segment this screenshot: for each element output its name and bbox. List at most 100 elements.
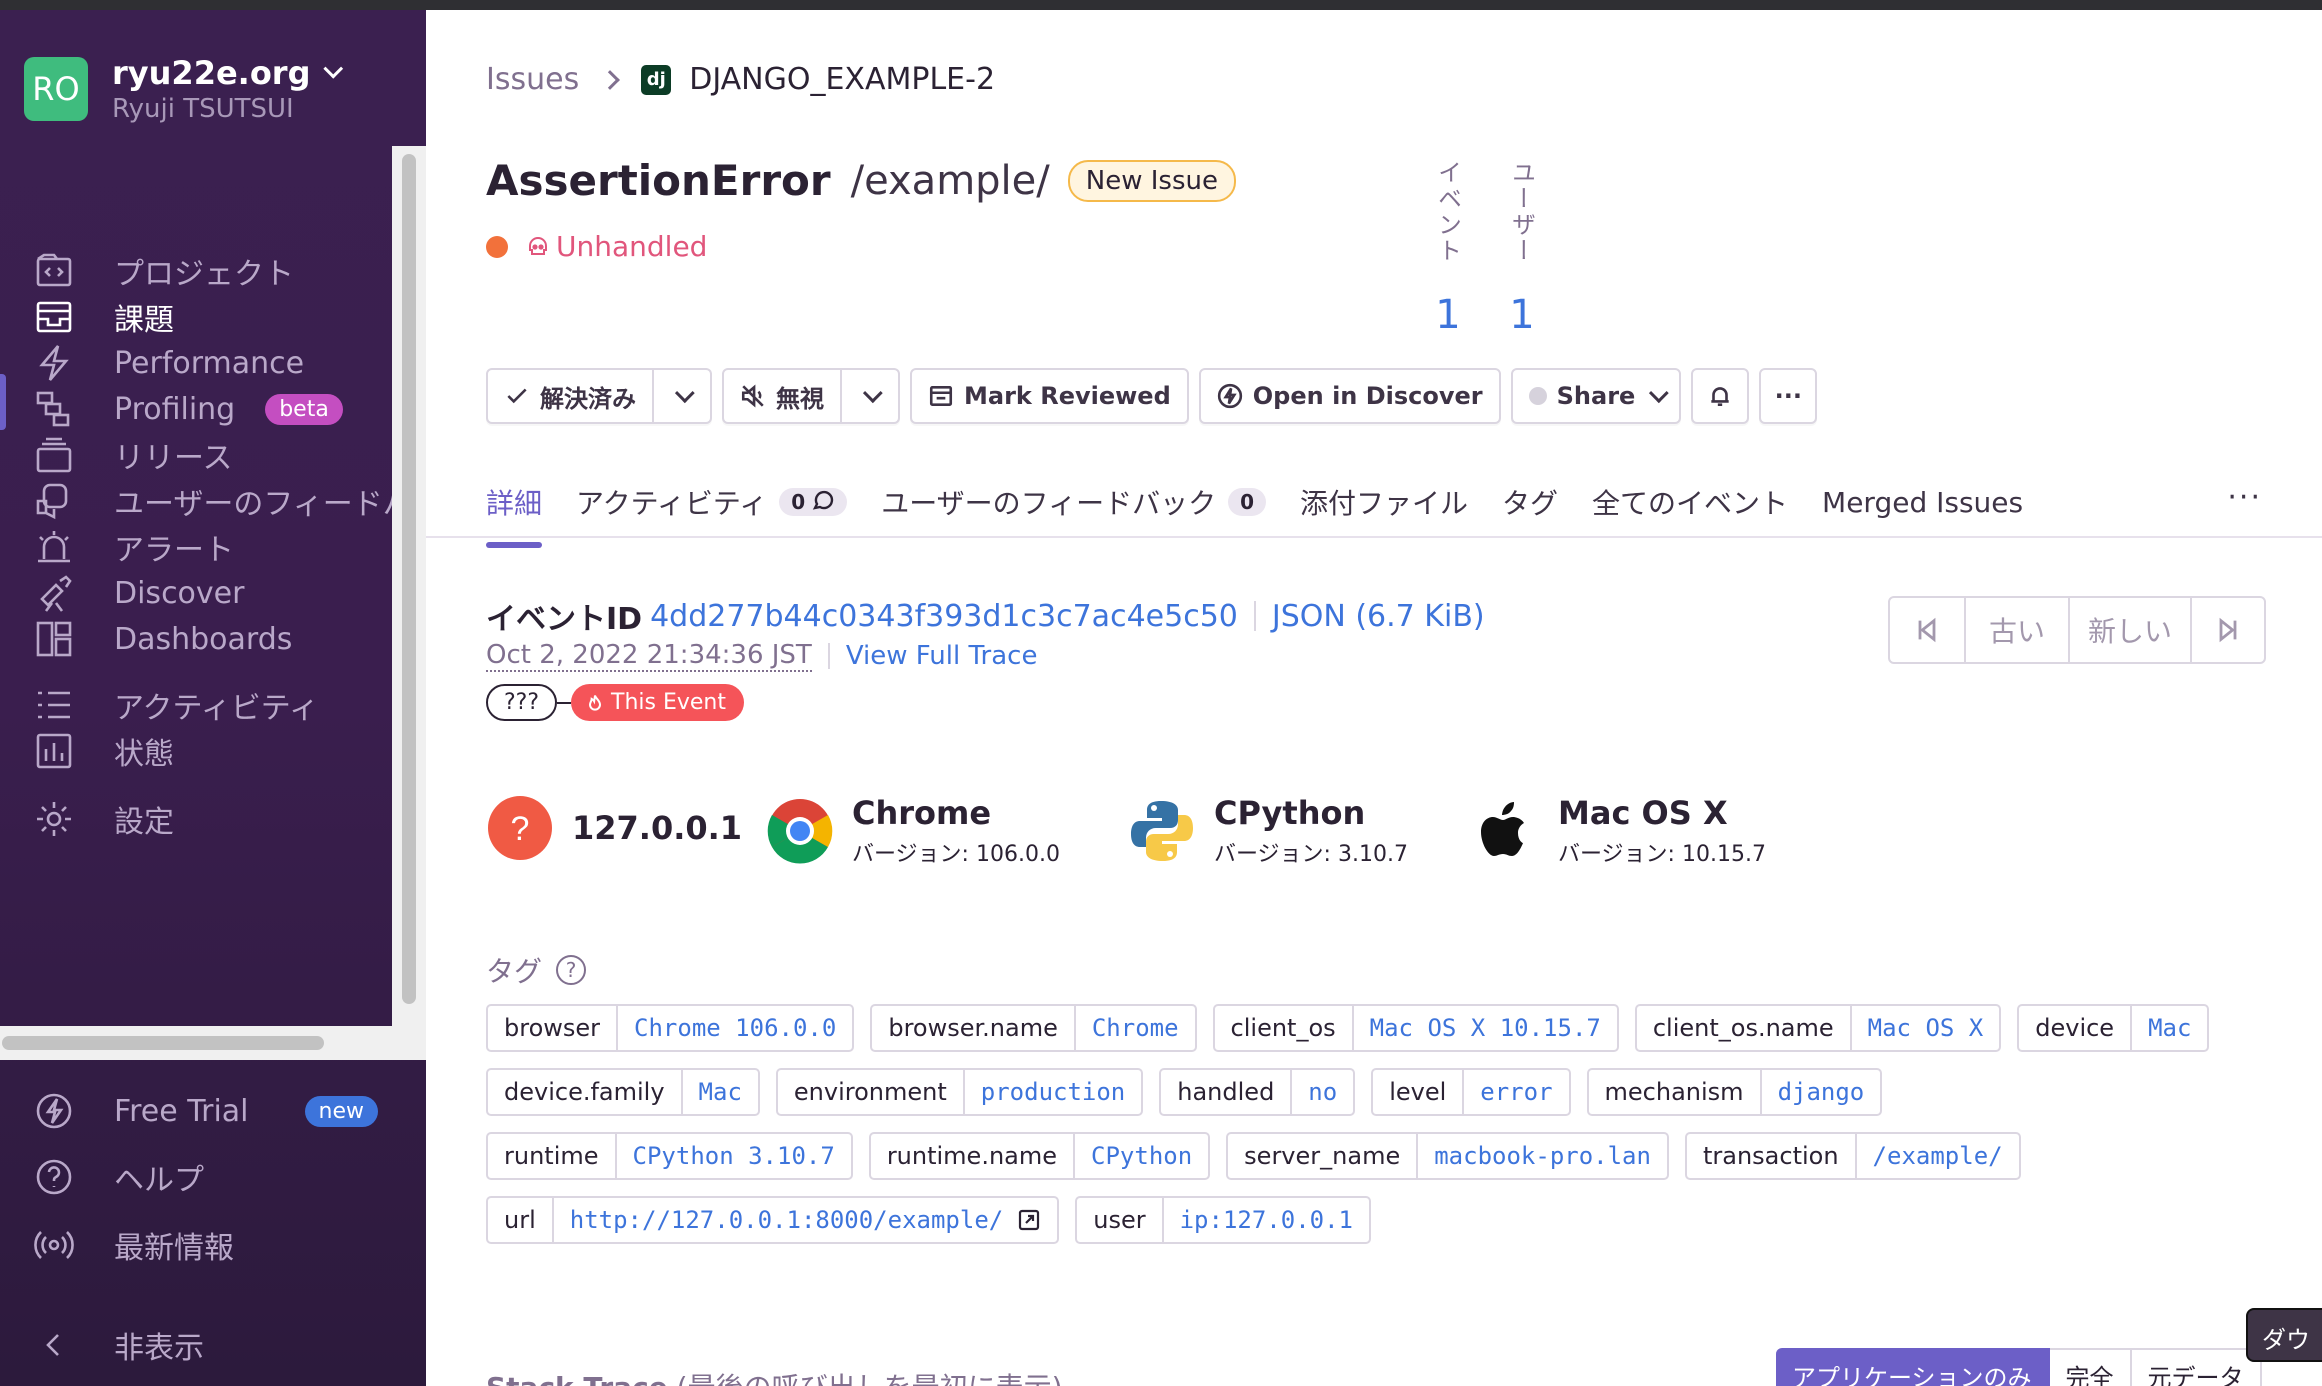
download-tooltip[interactable]: ダウ [2246, 1308, 2322, 1362]
tab-attachments[interactable]: 添付ファイル [1300, 480, 1468, 524]
event-id-link[interactable]: 4dd277b44c0343f393d1c3c7ac4e5c50 [650, 599, 1238, 634]
sidebar-item-performance[interactable]: Performance [34, 338, 304, 388]
tag-key[interactable]: runtime [488, 1134, 617, 1178]
tag-key[interactable]: device.family [488, 1070, 683, 1114]
tag-value[interactable]: ip:127.0.0.1 [1164, 1198, 1369, 1242]
tag-key[interactable]: browser.name [872, 1006, 1076, 1050]
breadcrumb-issues-link[interactable]: Issues [486, 62, 579, 97]
sidebar-item-feedback[interactable]: ユーザーのフィードバック [34, 476, 396, 526]
open-in-discover-button[interactable]: Open in Discover [1198, 368, 1501, 424]
tab-all-events[interactable]: 全てのイベント [1592, 480, 1788, 524]
tag-pill[interactable]: client_os.name Mac OS X [1634, 1004, 2002, 1052]
tag-pill[interactable]: level error [1371, 1068, 1571, 1116]
tag-value[interactable]: CPython [1075, 1134, 1208, 1178]
app-only-toggle[interactable]: アプリケーションのみ [1776, 1348, 2050, 1386]
sidebar-item-projects[interactable]: プロジェクト [34, 246, 294, 296]
tag-value[interactable]: Chrome [1076, 1006, 1195, 1050]
external-link-icon[interactable] [1017, 1208, 1041, 1232]
sidebar-vertical-scrollbar[interactable] [392, 146, 426, 1026]
sidebar-collapse[interactable]: 非表示 [34, 1320, 204, 1370]
tag-pill[interactable]: browser.name Chrome [870, 1004, 1197, 1052]
help-icon[interactable]: ? [556, 955, 587, 985]
tag-key[interactable]: environment [778, 1070, 965, 1114]
sidebar-item-issues[interactable]: 課題 [34, 292, 174, 342]
tab-details[interactable]: 詳細 [486, 480, 543, 548]
events-stat[interactable]: イベント 1 [1428, 160, 1468, 338]
tag-pill[interactable]: client_os Mac OS X 10.15.7 [1212, 1004, 1619, 1052]
sidebar-item-free-trial[interactable]: Free Trial new [34, 1086, 378, 1136]
tag-value[interactable]: error [1464, 1070, 1568, 1114]
tag-value[interactable]: Chrome 106.0.0 [618, 1006, 852, 1050]
tag-value[interactable]: Mac OS X 10.15.7 [1354, 1006, 1617, 1050]
this-event-pill[interactable]: This Event [571, 684, 745, 721]
sidebar-nav[interactable]: プロジェクト 課題 Performance Profiling beta リリー… [0, 146, 396, 1026]
sidebar-item-help[interactable]: ヘルプ [34, 1152, 204, 1202]
sidebar-item-alerts[interactable]: アラート [34, 522, 234, 572]
tag-key[interactable]: transaction [1687, 1134, 1857, 1178]
tag-key[interactable]: mechanism [1589, 1070, 1762, 1114]
resolve-dropdown-button[interactable] [654, 368, 712, 424]
sidebar-item-settings[interactable]: 設定 [34, 794, 174, 844]
tag-value[interactable]: CPython 3.10.7 [617, 1134, 851, 1178]
tag-pill[interactable]: transaction/example/ [1684, 1132, 2021, 1180]
tag-key[interactable]: runtime.name [871, 1134, 1076, 1178]
tag-value[interactable]: Mac OS X [1852, 1006, 2000, 1050]
share-button[interactable]: Share [1510, 368, 1682, 424]
sidebar-item-activity[interactable]: アクティビティ [34, 680, 319, 730]
raw-toggle[interactable]: 元データ [2131, 1348, 2262, 1386]
sidebar-item-stats[interactable]: 状態 [34, 726, 174, 776]
sidebar-item-releases[interactable]: リリース [34, 430, 233, 480]
tag-pill[interactable]: user ip:127.0.0.1 [1075, 1196, 1371, 1244]
sidebar-horizontal-scrollbar[interactable] [0, 1026, 426, 1060]
tag-key[interactable]: server_name [1228, 1134, 1419, 1178]
tag-value[interactable]: production [965, 1070, 1142, 1114]
ignore-dropdown-button[interactable] [842, 368, 900, 424]
tag-value[interactable]: http://127.0.0.1:8000/example/ [554, 1198, 1057, 1242]
events-count[interactable]: 1 [1428, 292, 1468, 338]
tabs-more-button[interactable]: ··· [2227, 480, 2262, 515]
event-json-link[interactable]: JSON (6.7 KiB) [1272, 599, 1485, 634]
tag-key[interactable]: browser [488, 1006, 619, 1050]
tag-pill[interactable]: handled no [1159, 1068, 1356, 1116]
sidebar-item-dashboards[interactable]: Dashboards [34, 614, 292, 664]
mark-reviewed-button[interactable]: Mark Reviewed [910, 368, 1189, 424]
newer-event-button[interactable]: 新しい [2068, 598, 2190, 662]
tag-value[interactable]: macbook-pro.lan [1418, 1134, 1667, 1178]
tab-merged-issues[interactable]: Merged Issues [1822, 480, 2023, 524]
oldest-event-button[interactable] [1890, 598, 1964, 662]
tag-key[interactable]: device [2019, 1006, 2133, 1050]
tag-value[interactable]: Mac [2132, 1006, 2207, 1050]
subscribe-button[interactable] [1691, 368, 1750, 424]
tag-pill[interactable]: environment production [775, 1068, 1144, 1116]
sidebar-item-profiling[interactable]: Profiling beta [34, 384, 343, 434]
tag-key[interactable]: user [1077, 1198, 1164, 1242]
org-switcher[interactable]: RO ryu22e.org Ryuji TSUTSUI [24, 54, 344, 124]
trace-unknown-pill[interactable]: ??? [486, 684, 558, 721]
users-count[interactable]: 1 [1502, 292, 1542, 338]
newest-event-button[interactable] [2190, 598, 2264, 662]
tab-activity[interactable]: アクティビティ 0 [576, 480, 848, 524]
tag-pill[interactable]: mechanism django [1586, 1068, 1883, 1116]
older-event-button[interactable]: 古い [1964, 598, 2068, 662]
tag-value[interactable]: Mac [683, 1070, 758, 1114]
tag-key[interactable]: handled [1161, 1070, 1293, 1114]
more-actions-button[interactable]: ··· [1759, 368, 1818, 424]
tag-key[interactable]: level [1373, 1070, 1465, 1114]
users-stat[interactable]: ユーザー 1 [1502, 160, 1542, 338]
tag-pill[interactable]: runtime.name CPython [868, 1132, 1211, 1180]
tag-value[interactable]: /example/ [1857, 1134, 2019, 1178]
tag-pill[interactable]: server_name macbook-pro.lan [1226, 1132, 1669, 1180]
tag-value[interactable]: django [1762, 1070, 1881, 1114]
tag-pill[interactable]: browser Chrome 106.0.0 [486, 1004, 855, 1052]
tag-key[interactable]: client_os [1215, 1006, 1354, 1050]
tab-user-feedback[interactable]: ユーザーのフィードバック 0 [881, 480, 1266, 524]
view-full-trace-link[interactable]: View Full Trace [846, 641, 1038, 671]
resolve-button[interactable]: 解決済み [486, 368, 654, 424]
sidebar-item-whats-new[interactable]: 最新情報 [34, 1220, 234, 1270]
tag-pill[interactable]: runtime CPython 3.10.7 [486, 1132, 853, 1180]
tab-tags[interactable]: タグ [1502, 480, 1558, 524]
tag-pill[interactable]: url http://127.0.0.1:8000/example/ [486, 1196, 1060, 1244]
scrollbar-thumb[interactable] [402, 154, 416, 1004]
tag-value-text[interactable]: http://127.0.0.1:8000/example/ [570, 1206, 1003, 1234]
ignore-button[interactable]: 無視 [722, 368, 842, 424]
